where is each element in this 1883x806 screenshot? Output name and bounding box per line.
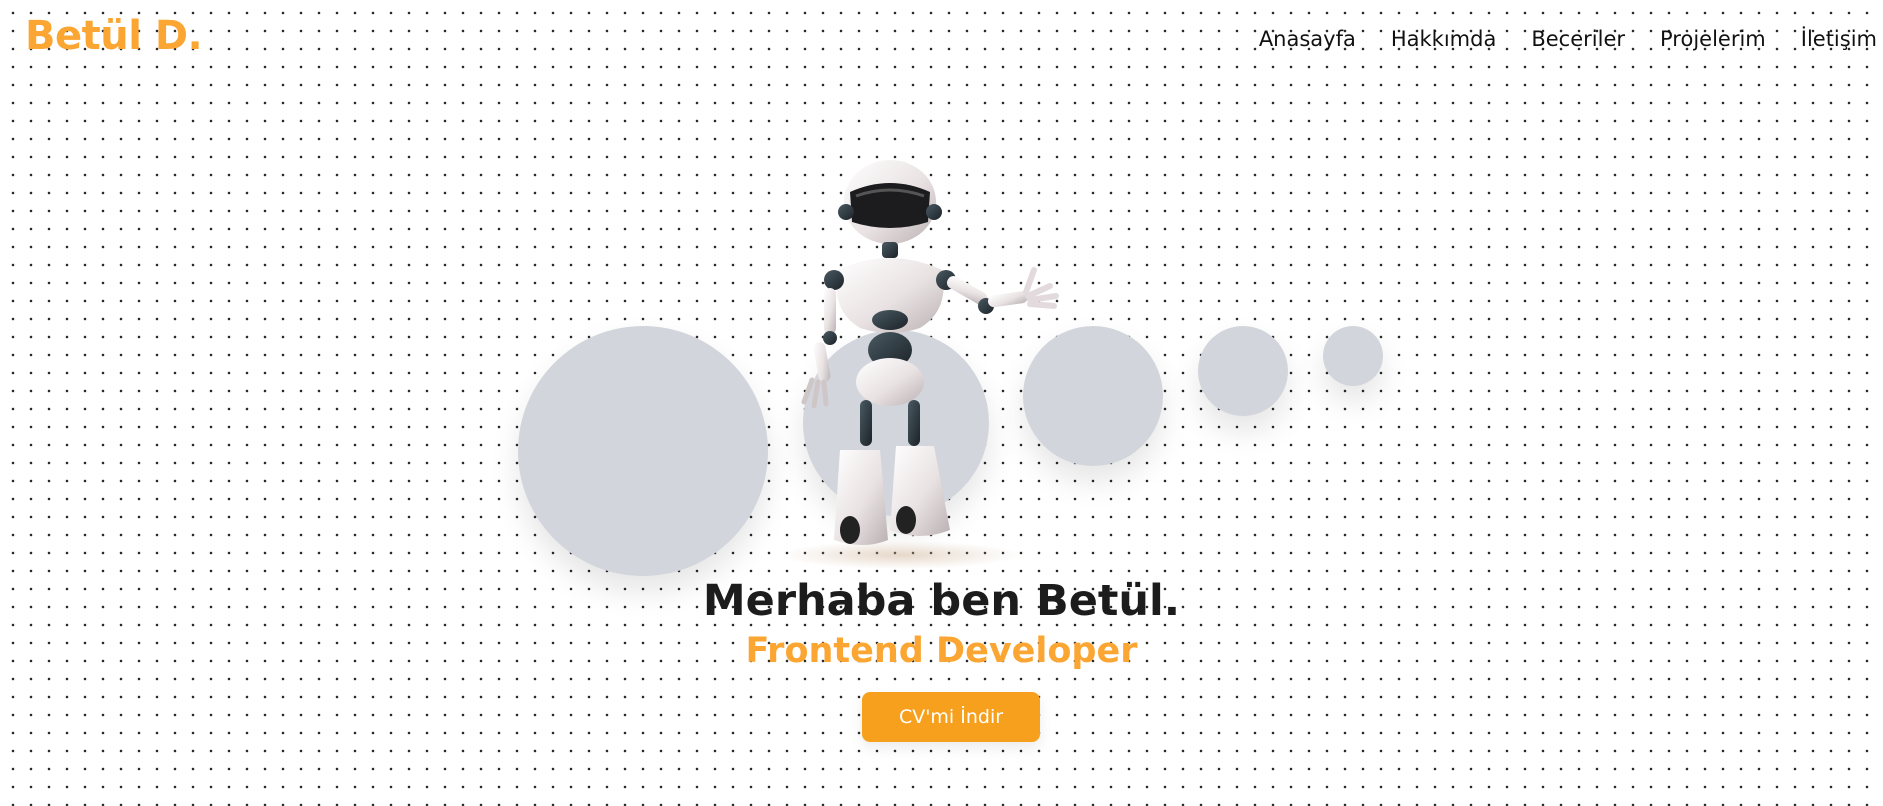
decorative-bubble (518, 326, 768, 576)
logo[interactable]: Betül D. (25, 16, 203, 56)
decorative-bubble (1323, 326, 1383, 386)
hero-title: Merhaba ben Betül. (702, 576, 1181, 626)
nav-item-iletisim[interactable]: İletişim (1801, 27, 1877, 52)
nav-item-hakkimda[interactable]: Hakkımda (1391, 27, 1496, 52)
decorative-bubble (1198, 326, 1288, 416)
nav-item-projelerim[interactable]: Projelerim (1660, 27, 1766, 52)
download-cv-button[interactable]: CV'mi İndir (862, 692, 1040, 742)
nav-item-anasayfa[interactable]: Anasayfa (1259, 27, 1356, 52)
robot-illustration (790, 150, 1120, 570)
hero-subtitle: Frontend Developer (745, 631, 1138, 671)
main-nav: Anasayfa Hakkımda Beceriler Projelerim İ… (1224, 27, 1877, 52)
nav-item-beceriler[interactable]: Beceriler (1531, 27, 1625, 52)
